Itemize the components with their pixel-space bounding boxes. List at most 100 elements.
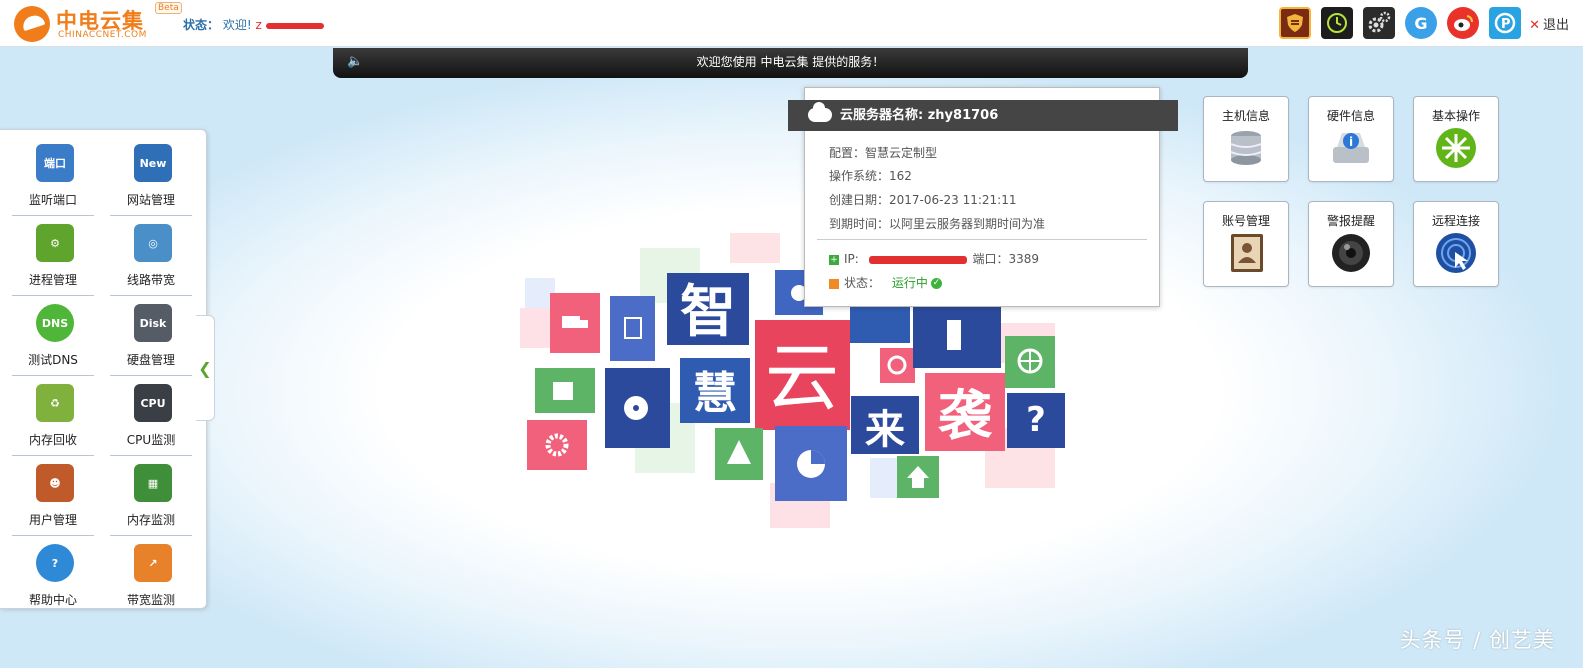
sidebar-item-site-manage[interactable]: New 网站管理 — [110, 136, 192, 216]
sidebar-item-label: 帮助中心 — [28, 593, 77, 607]
sidebar-item-memory-recycle[interactable]: ♻ 内存回收 — [12, 376, 94, 456]
logo-mark — [14, 6, 50, 42]
sidebar-item-test-dns[interactable]: DNS 测试DNS — [12, 296, 94, 376]
top-toolbar: G P — [1279, 7, 1521, 39]
cloud-icon — [808, 102, 832, 122]
cpu-icon: CPU — [134, 384, 172, 422]
sidebar-item-label: 监听端口 — [28, 193, 77, 207]
sidebar-item-line-bandwidth[interactable]: ◎ 线路带宽 — [110, 216, 192, 296]
status-label: 状态： — [183, 18, 220, 32]
server-actions: 主机信息 硬件信息 i 基本操作 账号管理 警报提醒 远程连接 — [1203, 96, 1499, 287]
ip-row: + IP: 端口：3389 — [829, 250, 1039, 267]
chart-icon: ↗ — [134, 544, 172, 582]
port-label: 端口： — [972, 252, 1009, 266]
top-bar: 中电云集 CHINACCNET.COM Beta 状态： 欢迎! z G P ✕… — [0, 0, 1583, 47]
ip-label: IP: — [844, 252, 859, 266]
sidebar-item-label: 测试DNS — [28, 353, 78, 367]
memory-chip-icon: ▦ — [134, 464, 172, 502]
collapse-sidebar-handle[interactable]: ❮ — [196, 315, 215, 421]
sparkle-icon — [1436, 128, 1476, 168]
notice-text: 欢迎您使用 中电云集 提供的服务！ — [696, 55, 885, 69]
sidebar-item-label: 用户管理 — [28, 513, 77, 527]
expire-label: 到期时间： — [829, 217, 890, 231]
banner-char-5-text: 袭 — [938, 384, 993, 447]
config-label: 配置： — [829, 146, 866, 160]
doc-tile — [610, 296, 655, 361]
sidebar-item-listen-port[interactable]: 端口 监听端口 — [12, 136, 94, 216]
banner-char-2-text: 慧 — [693, 368, 737, 419]
port-value: 3389 — [1008, 252, 1040, 266]
basic-operations-label: 基本操作 — [1431, 109, 1480, 123]
redacted-username — [265, 22, 324, 29]
speaker-icon: 🔈 — [347, 54, 364, 69]
pay-icon[interactable]: P — [1489, 7, 1521, 39]
state-row: 状态： 运行中 ✓ — [829, 274, 942, 291]
remote-cursor-icon — [1436, 233, 1476, 273]
state-value: 运行中 — [891, 276, 928, 290]
alert-reminder-label: 警报提醒 — [1326, 214, 1375, 228]
notice-bar: 🔈 欢迎您使用 中电云集 提供的服务！ — [333, 48, 1248, 78]
gear-tile — [527, 420, 587, 470]
logo[interactable]: 中电云集 CHINACCNET.COM Beta — [14, 2, 184, 44]
sidebar-item-label: 进程管理 — [28, 273, 77, 287]
user-status: 状态： 欢迎! z — [183, 16, 324, 33]
os-label: 操作系统： — [829, 169, 890, 183]
remote-connect-label: 远程连接 — [1431, 214, 1480, 228]
account-management-button[interactable]: 账号管理 — [1203, 201, 1289, 287]
cable-icon: ◎ — [134, 224, 172, 262]
remote-connect-button[interactable]: 远程连接 — [1413, 201, 1499, 287]
plus-icon: + — [829, 254, 839, 265]
sidebar-item-label: CPU监测 — [126, 433, 176, 447]
sidebar-item-memory-monitor[interactable]: ▦ 内存监测 — [110, 456, 192, 536]
recycle-icon: ♻ — [36, 384, 74, 422]
svg-text:?: ? — [1026, 400, 1046, 440]
sidebar-item-cpu-monitor[interactable]: CPU CPU监测 — [110, 376, 192, 456]
disk-icon: Disk — [134, 304, 172, 342]
gear-icon[interactable] — [1363, 7, 1395, 39]
created-value: 2017-06-23 11:21:11 — [889, 193, 1017, 207]
close-icon: ✕ — [1529, 18, 1540, 33]
config-value: 智慧云定制型 — [865, 146, 938, 160]
sidebar-item-label: 带宽监测 — [126, 593, 175, 607]
created-label: 创建日期： — [829, 193, 890, 207]
host-info-button[interactable]: 主机信息 — [1203, 96, 1289, 182]
link-tile — [880, 348, 915, 383]
shield-icon[interactable] — [1279, 7, 1311, 39]
welcome-text: 欢迎! — [222, 18, 252, 32]
expire-value: 以阿里云服务器到期时间为准 — [889, 217, 1046, 231]
redacted-ip — [868, 255, 967, 264]
gears-icon: ⚙ — [36, 224, 74, 262]
sidebar-item-disk-manage[interactable]: Disk 硬盘管理 — [110, 296, 192, 376]
server-name: 云服务器名称: zhy81706 — [840, 108, 999, 123]
logo-url: CHINACCNET.COM — [58, 30, 147, 40]
svg-text:P: P — [1501, 17, 1511, 32]
host-info-label: 主机信息 — [1221, 109, 1270, 123]
sidebar-item-label: 硬盘管理 — [126, 353, 175, 367]
sidebar-item-user-manage[interactable]: ☻ 用户管理 — [12, 456, 94, 536]
sidebar-item-label: 内存监测 — [126, 513, 175, 527]
sidebar-item-help-center[interactable]: ? 帮助中心 — [12, 536, 94, 615]
google-icon[interactable]: G — [1405, 7, 1437, 39]
weibo-icon[interactable] — [1447, 7, 1479, 39]
chevron-left-icon: ❮ — [198, 358, 212, 378]
check-icon: ✓ — [930, 278, 942, 289]
created-row: 创建日期：2017-06-23 11:21:11 — [829, 191, 1016, 208]
basic-operations-button[interactable]: 基本操作 — [1413, 96, 1499, 182]
hardware-info-label: 硬件信息 — [1326, 109, 1375, 123]
tools-sidebar: 端口 监听端口 New 网站管理 ⚙ 进程管理 ◎ 线路带宽 DNS 测试DNS Disk 硬盘管理 ♻… — [0, 129, 207, 609]
banner-char-1-text: 智 — [680, 280, 736, 345]
banner-char-4-text: 来 — [865, 407, 905, 453]
logout-button[interactable]: ✕ 退出 — [1529, 14, 1569, 33]
website-icon: New — [134, 144, 172, 182]
expire-row: 到期时间：以阿里云服务器到期时间为准 — [829, 215, 1045, 232]
clock-icon[interactable] — [1321, 7, 1353, 39]
state-label: 状态： — [844, 276, 881, 290]
alert-reminder-button[interactable]: 警报提醒 — [1308, 201, 1394, 287]
sidebar-item-bandwidth-monitor[interactable]: ↗ 带宽监测 — [110, 536, 192, 615]
port-icon: 端口 — [36, 144, 74, 182]
database-icon — [1230, 131, 1262, 165]
status-icon — [829, 278, 839, 289]
hardware-info-button[interactable]: 硬件信息 i — [1308, 96, 1394, 182]
os-value: 162 — [889, 169, 912, 183]
sidebar-item-process-manage[interactable]: ⚙ 进程管理 — [12, 216, 94, 296]
